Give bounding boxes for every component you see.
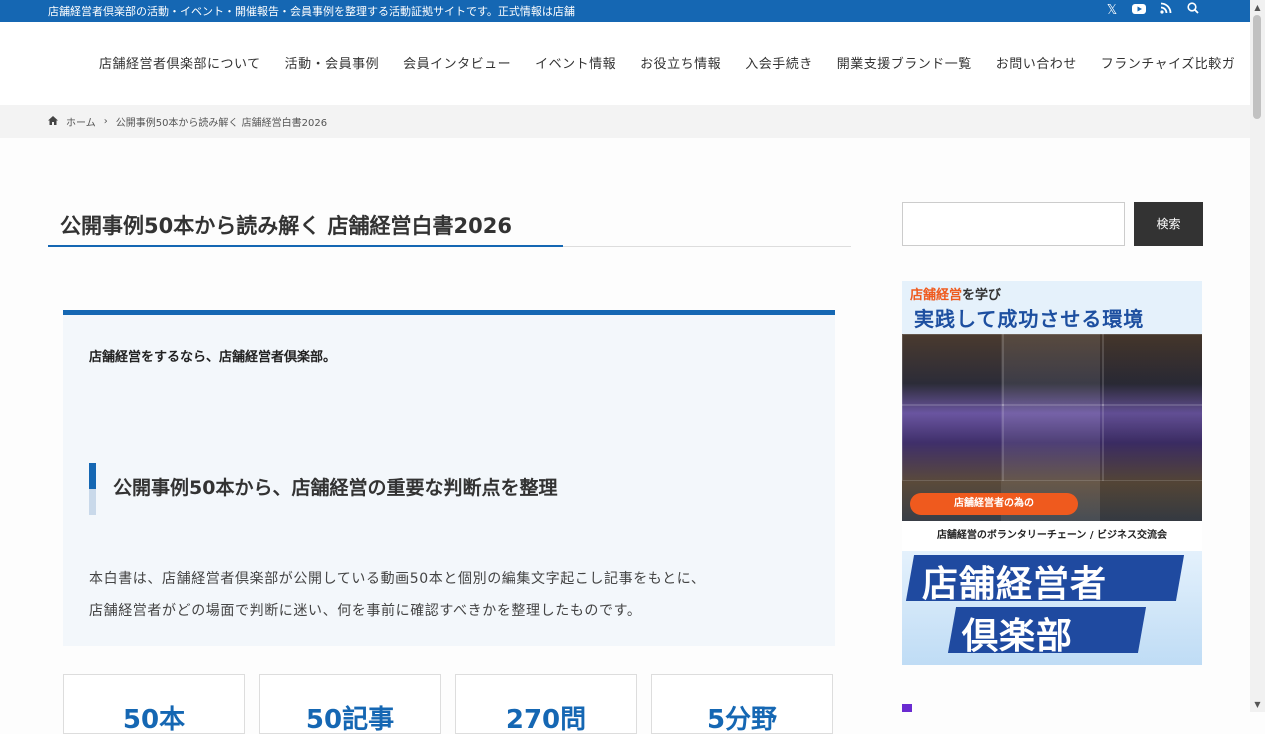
page-scrollbar[interactable]: ▲ ▼ [1250, 0, 1265, 712]
section-heading: 公開事例50本から、店舗経営の重要な判断点を整理 [89, 463, 557, 515]
banner-subtitle: 店舗経営のボランタリーチェーン / ビジネス交流会 [902, 521, 1202, 551]
banner-tagline-rest: を学び [962, 288, 1002, 303]
stat-card: 50本 [63, 674, 245, 734]
photo-cell [1002, 334, 1104, 406]
x-icon[interactable]: 𝕏 [1103, 2, 1121, 20]
scrollbar-thumb[interactable] [1253, 15, 1261, 119]
intro-box: 店舗経営をするなら、店舗経営者倶楽部。 公開事例50本から、店舗経営の重要な判断… [63, 310, 835, 646]
stats-row: 50本 50記事 270問 5分野 [63, 674, 833, 734]
banner-tagline-highlight: 店舗経営 [910, 288, 963, 303]
photo-cell [1102, 404, 1202, 481]
rss-icon[interactable] [1157, 2, 1175, 20]
intro-body: 本白書は、店舗経営者倶楽部が公開している動画50本と個別の編集文字起こし記事をも… [89, 563, 706, 627]
nav-item-brands[interactable]: 開業支援ブランド一覧 [837, 53, 972, 72]
stat-value: 50本 [122, 705, 186, 734]
banner-headline: 実践して成功させる環境 [914, 307, 1145, 331]
site-header: 店舗経営者倶楽部について 活動・会員事例 会員インタビュー イベント情報 お役立… [0, 22, 1250, 106]
global-nav: 店舗経営者倶楽部について 活動・会員事例 会員インタビュー イベント情報 お役立… [99, 53, 1235, 72]
banner-big-line: 店舗経営者 [922, 564, 1108, 605]
photo-cell [1102, 334, 1202, 406]
scroll-down-arrow-icon[interactable]: ▼ [1253, 700, 1262, 709]
banner-header: 店舗経営を学び 実践して成功させる環境 [902, 281, 1202, 334]
nav-item-interviews[interactable]: 会員インタビュー [403, 53, 511, 72]
stat-card: 50記事 [259, 674, 441, 734]
stat-value: 270問 [505, 705, 587, 734]
nav-item-franchise[interactable]: フランチャイズ比較ガ [1101, 53, 1235, 72]
breadcrumb-current: 公開事例50本から読み解く 店舗経営白書2026 [115, 118, 328, 129]
site-notice: 店舗経営者倶楽部の活動・イベント・開催報告・会員事例を整理する活動証拠サイトです… [48, 5, 575, 18]
breadcrumb-home[interactable]: ホーム [66, 114, 96, 129]
stat-card: 5分野 [651, 674, 833, 734]
search-icon[interactable] [1184, 2, 1202, 20]
page-title-block: 公開事例50本から読み解く 店舗経営白書2026 [48, 200, 851, 247]
title-underline [48, 245, 563, 247]
nav-item-tips[interactable]: お役立ち情報 [640, 53, 721, 72]
nav-item-activities[interactable]: 活動・会員事例 [285, 53, 380, 72]
page-title: 公開事例50本から読み解く 店舗経営白書2026 [60, 214, 512, 238]
stat-card: 270問 [455, 674, 637, 734]
intro-lead: 店舗経営をするなら、店舗経営者倶楽部。 [89, 350, 337, 365]
photo-cell [1002, 404, 1104, 481]
nav-item-about[interactable]: 店舗経営者倶楽部について [99, 53, 261, 72]
home-icon[interactable] [48, 115, 58, 128]
nav-item-events[interactable]: イベント情報 [535, 53, 616, 72]
stat-value: 5分野 [706, 705, 778, 734]
sidebar-search-input[interactable] [902, 202, 1125, 246]
banner-logo-text: 店舗経営者 倶楽部 [902, 551, 1202, 665]
banner-tagline: 店舗経営を学び [910, 284, 1001, 303]
heading-accent-bar-light [89, 489, 96, 515]
sidebar-search-button[interactable]: 検索 [1134, 202, 1203, 246]
club-banner[interactable]: 店舗経営を学び 実践して成功させる環境 店舗経営者の為の 店舗経営のボランタリー… [902, 281, 1202, 665]
breadcrumb-separator: › [103, 116, 108, 127]
section-heading-text: 公開事例50本から、店舗経営の重要な判断点を整理 [113, 477, 558, 499]
photo-cell [902, 334, 1004, 406]
banner-pill: 店舗経営者の為の [910, 493, 1078, 515]
banner-big-line: 倶楽部 [962, 616, 1074, 657]
social-icons: 𝕏 [1103, 2, 1202, 20]
stat-value: 50記事 [305, 705, 395, 734]
nav-item-join[interactable]: 入会手続き [745, 53, 813, 72]
heading-accent-bar [89, 463, 96, 489]
scroll-up-arrow-icon[interactable]: ▲ [1253, 3, 1262, 12]
photo-cell [902, 404, 1004, 481]
youtube-icon[interactable] [1130, 2, 1148, 20]
nav-item-contact[interactable]: お問い合わせ [996, 53, 1077, 72]
intro-body-line: 本白書は、店舗経営者倶楽部が公開している動画50本と個別の編集文字起こし記事をも… [89, 571, 706, 587]
sidebar-heading-marker [902, 704, 912, 712]
top-info-bar: 店舗経営者倶楽部の活動・イベント・開催報告・会員事例を整理する活動証拠サイトです… [0, 0, 1250, 22]
intro-body-line: 店舗経営者がどの場面で判断に迷い、何を事前に確認すべきかを整理したものです。 [89, 603, 642, 619]
breadcrumb: ホーム › 公開事例50本から読み解く 店舗経営白書2026 [0, 105, 1250, 138]
